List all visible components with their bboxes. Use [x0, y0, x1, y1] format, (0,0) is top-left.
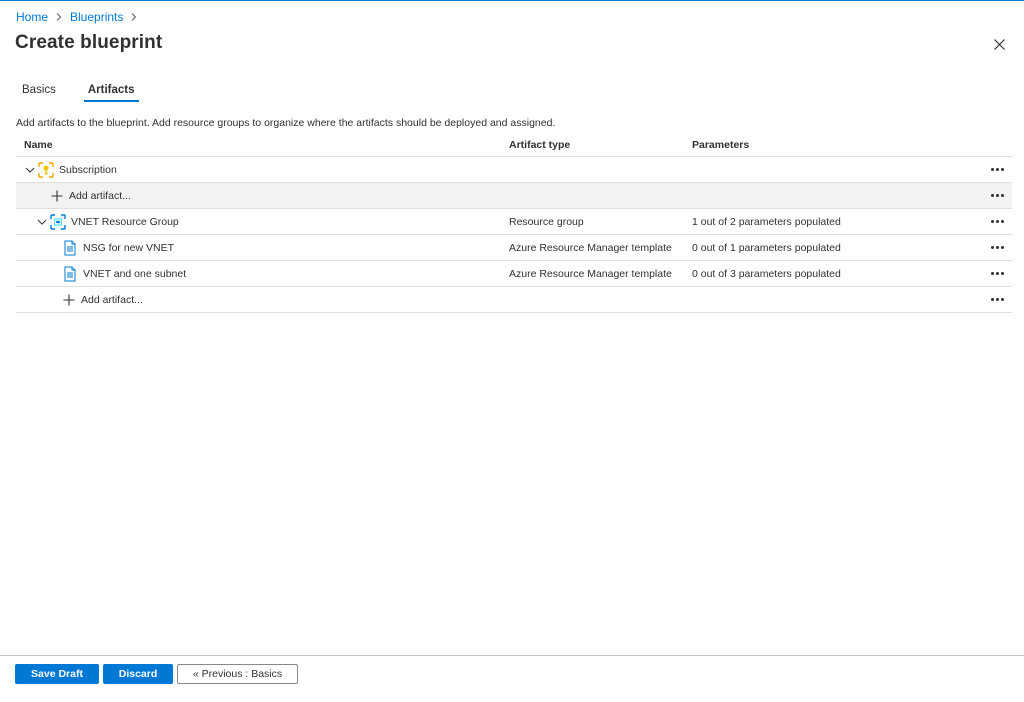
chevron-down-icon[interactable] — [24, 164, 36, 176]
footer-actions: Save Draft Discard « Previous : Basics — [15, 664, 298, 684]
chevron-right-icon — [130, 13, 138, 21]
template-icon — [62, 240, 78, 256]
artifacts-grid: Name Artifact type Parameters Subscripti… — [16, 133, 1012, 313]
page-title: Create blueprint — [15, 32, 163, 53]
table-row-subscription[interactable]: Subscription — [16, 157, 1012, 183]
row-name[interactable]: VNET and one subnet — [83, 268, 186, 280]
top-accent-line — [0, 0, 1024, 1]
row-parameters: 0 out of 1 parameters populated — [692, 241, 841, 254]
column-header-artifact-type: Artifact type — [509, 138, 571, 151]
breadcrumb-blueprints-link[interactable]: Blueprints — [70, 10, 123, 24]
plus-icon — [62, 293, 76, 307]
chevron-right-icon — [55, 13, 63, 21]
row-name: Subscription — [59, 163, 117, 176]
row-parameters: 0 out of 3 parameters populated — [692, 267, 841, 280]
row-parameters: 1 out of 2 parameters populated — [692, 215, 841, 228]
more-options-button[interactable] — [989, 235, 1004, 260]
template-icon — [62, 266, 78, 282]
tab-basics[interactable]: Basics — [16, 84, 62, 100]
table-row-template[interactable]: NSG for new VNET Azure Resource Manager … — [16, 235, 1012, 261]
more-options-button[interactable] — [989, 209, 1004, 234]
table-row-template[interactable]: VNET and one subnet Azure Resource Manag… — [16, 261, 1012, 287]
plus-icon — [50, 189, 64, 203]
column-header-parameters: Parameters — [692, 138, 750, 151]
breadcrumb: Home Blueprints — [16, 10, 145, 24]
chevron-down-icon[interactable] — [36, 216, 48, 228]
column-header-name: Name — [24, 138, 53, 151]
resource-group-icon — [50, 213, 66, 230]
more-options-button[interactable] — [989, 157, 1004, 182]
more-options-button[interactable] — [989, 183, 1004, 208]
close-button[interactable] — [990, 35, 1008, 53]
subscription-key-icon — [38, 161, 54, 178]
close-icon — [993, 38, 1005, 50]
add-artifact-link[interactable]: Add artifact... — [69, 190, 131, 202]
more-options-button[interactable] — [989, 261, 1004, 286]
row-name[interactable]: NSG for new VNET — [83, 242, 174, 254]
row-artifact-type: Azure Resource Manager template — [509, 241, 672, 254]
grid-header-row: Name Artifact type Parameters — [16, 133, 1012, 157]
more-options-button[interactable] — [989, 287, 1004, 312]
footer-divider — [0, 655, 1024, 656]
row-artifact-type: Azure Resource Manager template — [509, 267, 672, 280]
table-row-resource-group[interactable]: VNET Resource Group Resource group 1 out… — [16, 209, 1012, 235]
add-artifact-link[interactable]: Add artifact... — [81, 294, 143, 306]
previous-basics-button[interactable]: « Previous : Basics — [177, 664, 298, 684]
save-draft-button[interactable]: Save Draft — [15, 664, 99, 684]
table-row-add-artifact[interactable]: Add artifact... — [16, 287, 1012, 313]
table-row-add-artifact[interactable]: Add artifact... — [16, 183, 1012, 209]
artifacts-description: Add artifacts to the blueprint. Add reso… — [16, 117, 556, 129]
breadcrumb-home-link[interactable]: Home — [16, 10, 48, 24]
tab-artifacts[interactable]: Artifacts — [82, 84, 141, 102]
row-name: VNET Resource Group — [71, 215, 179, 228]
row-artifact-type: Resource group — [509, 215, 584, 228]
tab-bar: Basics Artifacts — [16, 84, 141, 102]
discard-button[interactable]: Discard — [103, 664, 173, 684]
